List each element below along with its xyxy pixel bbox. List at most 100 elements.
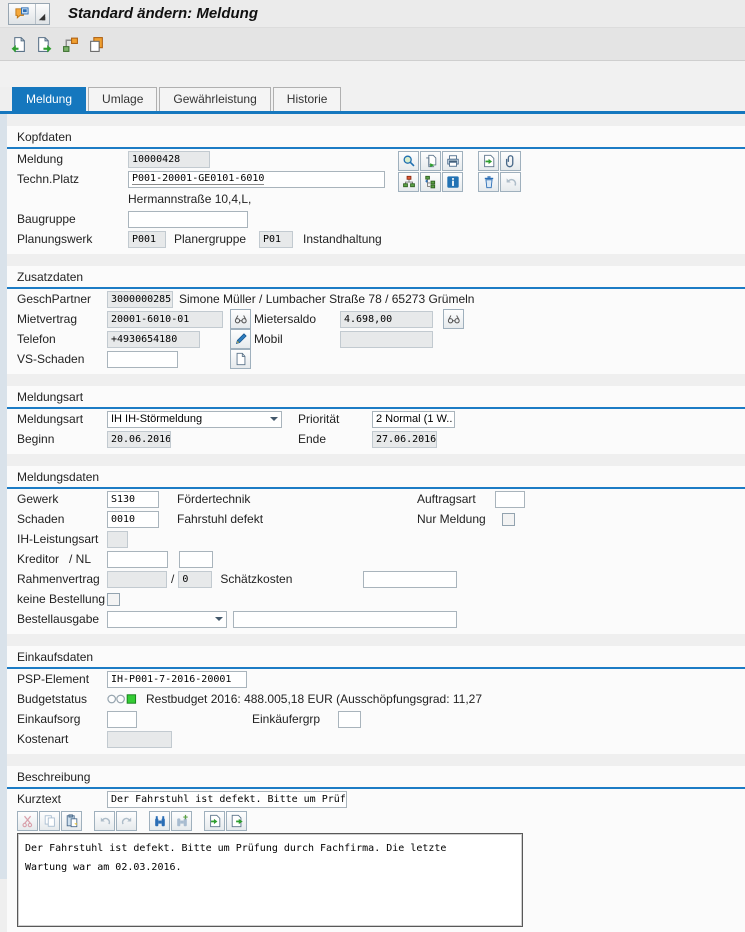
copy-text-button[interactable] [39, 811, 60, 831]
tab-historie[interactable]: Historie [273, 87, 342, 111]
prioritaet-dropdown[interactable]: 2 Normal (1 W.. [372, 411, 455, 428]
mietvertrag-field[interactable]: 20001-6010-01 [107, 311, 223, 328]
traffic-light-green-icon [107, 692, 137, 706]
undo-text-button[interactable] [94, 811, 115, 831]
kreditor-nl-field[interactable] [179, 551, 213, 568]
tab-meldung[interactable]: Meldung [12, 87, 86, 111]
title-menu-button[interactable] [8, 3, 50, 25]
delete-button[interactable] [478, 172, 499, 192]
bestellausgabe-dropdown[interactable] [107, 611, 227, 628]
tab-gewaehrleistung[interactable]: Gewährleistung [159, 87, 270, 111]
redo-icon [120, 814, 134, 828]
attachment-icon [504, 154, 518, 168]
info-icon [446, 175, 460, 189]
text-editor-toolbar [7, 809, 745, 833]
geschpartner-field[interactable]: 3000000285 [107, 291, 173, 308]
nur-meldung-label: Nur Meldung [417, 512, 486, 526]
einkaeufergrp-field[interactable] [338, 711, 361, 728]
telefon-field[interactable]: +4930654180 [107, 331, 200, 348]
vs-schaden-field[interactable] [107, 351, 178, 368]
techn-platz-field[interactable]: P001-20001-GE0101-6010 [128, 171, 385, 188]
ih-leistungsart-field[interactable] [107, 531, 128, 548]
rahmenvertrag-label: Rahmenvertrag [17, 572, 107, 586]
kreditor-field[interactable] [107, 551, 168, 568]
einkaufsorg-field[interactable] [107, 711, 137, 728]
structure-list-button[interactable] [420, 172, 441, 192]
redo-button[interactable] [116, 811, 137, 831]
goto-document-icon [482, 154, 496, 168]
find-button[interactable] [149, 811, 170, 831]
import-text-icon [208, 814, 222, 828]
copy-button[interactable] [420, 151, 441, 171]
budgetstatus-label: Budgetstatus [17, 692, 107, 706]
kostenart-field[interactable] [107, 731, 172, 748]
org-structure-button[interactable] [398, 172, 419, 192]
einkaeufergrp-label: Einkäufergrp [252, 712, 338, 726]
baugruppe-field[interactable] [128, 211, 248, 228]
page-title: Standard ändern: Meldung [68, 5, 258, 22]
gewerk-field[interactable]: S130 [107, 491, 159, 508]
import-text-button[interactable] [204, 811, 225, 831]
longtext-editor[interactable]: Der Fahrstuhl ist defekt. Bitte um Prüfu… [17, 833, 523, 927]
auftragsart-field[interactable] [495, 491, 525, 508]
dropdown-arrow-icon[interactable] [35, 4, 49, 24]
keine-bestellung-checkbox[interactable] [107, 593, 120, 606]
einkaufsorg-label: Einkaufsorg [17, 712, 107, 726]
cut-button[interactable] [17, 811, 38, 831]
create-text-icon [234, 352, 248, 366]
attachment-button[interactable] [500, 151, 521, 171]
meldungsart-dropdown[interactable]: IH IH-Störmeldung [107, 411, 282, 428]
goto-document-button[interactable] [478, 151, 499, 171]
org-structure-icon [402, 175, 416, 189]
nur-meldung-checkbox[interactable] [502, 513, 515, 526]
find-icon [153, 814, 167, 828]
techn-platz-value: P001-20001-GE0101-6010 [132, 173, 264, 185]
find-next-button[interactable] [171, 811, 192, 831]
mobil-field[interactable] [340, 331, 433, 348]
beginn-label: Beginn [17, 432, 107, 446]
telefon-label: Telefon [17, 332, 107, 346]
tab-content: Kopfdaten Meldung 10000428 Techn.Platz P… [0, 114, 745, 879]
application-toolbar [0, 28, 745, 61]
chevron-down-icon [270, 417, 278, 421]
schaden-field[interactable]: 0010 [107, 511, 159, 528]
ende-label: Ende [298, 432, 372, 446]
section-meldungsart: Meldungsart Meldungsart IH IH-Störmeldun… [7, 386, 745, 454]
create-text-button[interactable] [230, 349, 251, 369]
mietvertrag-display-button[interactable] [230, 309, 251, 329]
undo-icon [98, 814, 112, 828]
psp-element-field[interactable]: IH-P001-7-2016-20001 [107, 671, 247, 688]
rahmenvertrag-field[interactable] [107, 571, 167, 588]
structure-change-icon[interactable] [62, 36, 79, 53]
planergruppe-field[interactable]: P01 [259, 231, 293, 248]
change-phone-button[interactable] [230, 329, 251, 349]
next-object-icon[interactable] [36, 36, 53, 53]
rahmenvertrag-pos-field[interactable]: 0 [178, 571, 212, 588]
display-button[interactable] [398, 151, 419, 171]
other-object-icon[interactable] [10, 36, 27, 53]
ende-field[interactable]: 27.06.2016 [372, 431, 437, 448]
mietersaldo-display-button[interactable] [443, 309, 464, 329]
print-button[interactable] [442, 151, 463, 171]
beginn-field[interactable]: 20.06.2016 [107, 431, 171, 448]
auftragsart-label: Auftragsart [417, 492, 476, 506]
paste-button[interactable] [61, 811, 82, 831]
tab-umlage[interactable]: Umlage [88, 87, 157, 111]
export-text-button[interactable] [226, 811, 247, 831]
schaden-text: Fahrstuhl defekt [177, 512, 263, 526]
mietersaldo-field[interactable]: 4.698,00 [340, 311, 433, 328]
toolbar-content-gap [0, 61, 745, 87]
schaetzkosten-field[interactable] [363, 571, 457, 588]
copy-object-icon[interactable] [88, 36, 105, 53]
kurztext-field[interactable]: Der Fahrstuhl ist defekt. Bitte um Prüfu [107, 791, 347, 808]
window-titlebar: Standard ändern: Meldung [0, 0, 745, 28]
undo-button[interactable] [500, 172, 521, 192]
kopfdaten-icon-toolbar [398, 151, 522, 193]
chevron-down-icon [215, 617, 223, 621]
meldung-field[interactable]: 10000428 [128, 151, 210, 168]
planungswerk-field[interactable]: P001 [128, 231, 166, 248]
schaetzkosten-label: Schätzkosten [220, 572, 292, 586]
info-button[interactable] [442, 172, 463, 192]
bestellausgabe-text-field[interactable] [233, 611, 457, 628]
techn-platz-label: Techn.Platz [17, 172, 128, 186]
